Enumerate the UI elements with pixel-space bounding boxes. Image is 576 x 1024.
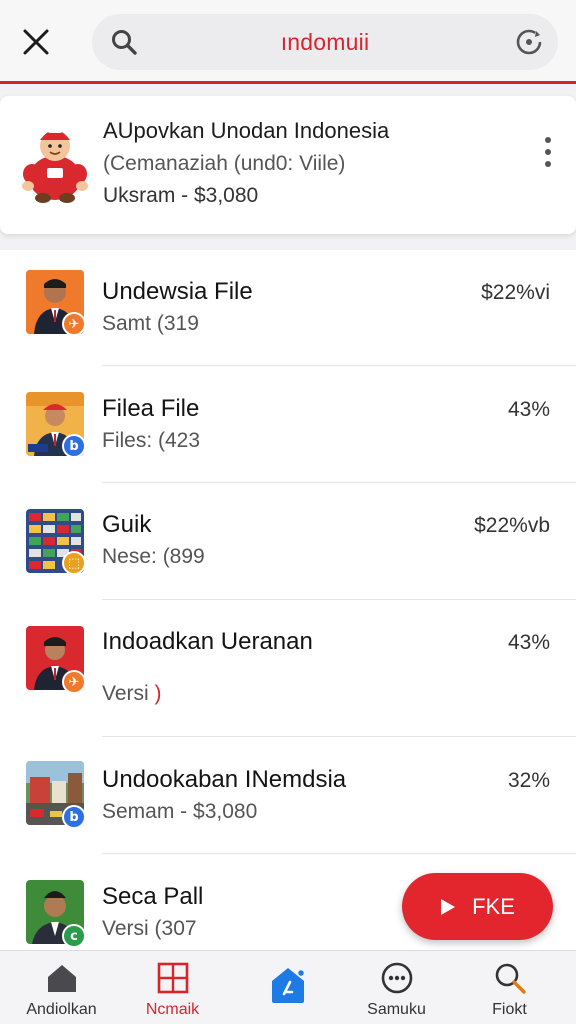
- status-badge: c: [62, 924, 86, 948]
- item-subtitle: Versi (307: [102, 917, 197, 940]
- status-badge: ⬚: [62, 551, 86, 575]
- nav-item-home[interactable]: Andiolkan: [4, 951, 119, 1024]
- status-badge: b: [62, 434, 86, 458]
- list-item[interactable]: ✈ Indoadkan Ueranan Versi ) 43%: [0, 600, 576, 737]
- search-field[interactable]: ındomuii: [92, 14, 558, 70]
- search-query[interactable]: ındomuii: [92, 14, 558, 70]
- item-title: Undookaban INemdsia: [102, 766, 347, 793]
- item-subtitle: Nese: (899: [102, 545, 205, 568]
- featured-price: Uksram - $3,080: [103, 184, 259, 207]
- nav-item-ncmaik[interactable]: Ncmaik: [115, 951, 230, 1024]
- list-item[interactable]: b Filea File Files: (423 43%: [0, 366, 576, 483]
- list-item[interactable]: ⬚ Guik Nese: (899 $22%vb: [0, 483, 576, 600]
- more-dot-icon: [545, 161, 551, 167]
- item-title: Indoadkan Ueranan: [102, 628, 313, 655]
- upload-icon: [271, 968, 305, 1003]
- featured-card[interactable]: AUpovkan Unodan Indonesia (Cemanaziah (u…: [0, 96, 576, 234]
- item-value: 32%: [507, 769, 550, 792]
- nav-label: Andiolkan: [26, 1001, 97, 1018]
- bottom-nav: Andiolkan Ncmaik Samuku Fiokt: [0, 950, 576, 1024]
- home-icon: [47, 965, 76, 992]
- chat-icon: [381, 962, 412, 994]
- item-subtitle-line: Versi ): [102, 682, 162, 706]
- top-bar: ındomuii: [0, 0, 576, 84]
- nav-label: Ncmaik: [145, 1001, 200, 1018]
- nav-label: Fiokt: [492, 1001, 527, 1018]
- featured-subtitle: (Cemanaziah (und0: Viile): [103, 152, 346, 175]
- item-subtitle: Versi: [102, 682, 149, 705]
- item-value: 43%: [507, 398, 550, 421]
- file-list: ✈ Undewsia File Samt (319 $22%vi b Filea…: [0, 250, 576, 950]
- search-icon: [495, 963, 526, 994]
- nav-item-upload[interactable]: [230, 951, 345, 1024]
- item-subtitle: Files: (423: [102, 429, 201, 452]
- item-subtitle: Semam - $3,080: [102, 800, 258, 823]
- item-title: Guik: [102, 511, 152, 538]
- nav-label: Samuku: [367, 1001, 426, 1018]
- refresh-icon[interactable]: [514, 27, 544, 57]
- item-title: Seca Pall: [102, 883, 204, 910]
- close-button[interactable]: [14, 22, 58, 62]
- item-subtitle-accent: ): [154, 682, 162, 705]
- mascot-avatar-icon: [22, 126, 88, 203]
- close-icon: [23, 29, 49, 55]
- nav-item-fiokt[interactable]: Fiokt: [452, 951, 567, 1024]
- item-value: $22%vi: [481, 281, 550, 304]
- item-title: Undewsia File: [102, 278, 253, 305]
- more-dot-icon: [545, 137, 551, 143]
- featured-title: AUpovkan Unodan Indonesia: [103, 118, 390, 143]
- status-badge: ✈: [62, 670, 86, 694]
- play-button-label: FKE: [472, 893, 515, 919]
- nav-item-samuku[interactable]: Samuku: [339, 951, 454, 1024]
- play-icon: [441, 898, 456, 915]
- item-subtitle: Samt (319: [102, 312, 199, 335]
- item-title: Filea File: [102, 395, 200, 422]
- status-badge: b: [62, 805, 86, 829]
- status-badge: ✈: [62, 312, 86, 336]
- item-value: 43%: [507, 631, 550, 654]
- list-item[interactable]: ✈ Undewsia File Samt (319 $22%vi: [0, 250, 576, 366]
- list-item[interactable]: b Undookaban INemdsia Semam - $3,080 32%: [0, 737, 576, 854]
- grid-icon: [157, 962, 188, 994]
- more-options-button[interactable]: [538, 134, 558, 167]
- play-button[interactable]: FKE: [402, 873, 553, 940]
- item-value: $22%vb: [474, 514, 550, 537]
- more-dot-icon: [545, 149, 551, 155]
